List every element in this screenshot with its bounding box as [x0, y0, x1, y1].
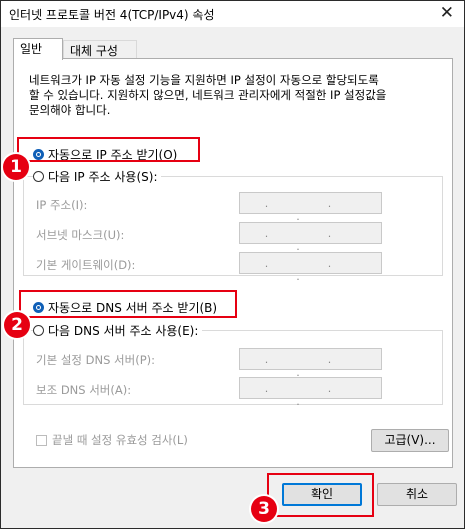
callout-badge-3: 3 [251, 496, 277, 522]
description-line: 문의해야 합니다. [29, 103, 111, 117]
manual-ip-radio[interactable] [33, 171, 44, 182]
default-gateway-label: 기본 게이트웨이(D): [36, 258, 136, 272]
subnet-mask-label: 서브넷 마스크(U): [36, 228, 125, 242]
manual-ip-label: 다음 IP 주소 사용(S): [48, 170, 158, 184]
validate-on-exit-option[interactable]: 끝낼 때 설정 유효성 검사(L) [36, 432, 188, 448]
general-tab-panel: 네트워크가 IP 자동 설정 기능을 지원하면 IP 설정이 자동으로 할당되도… [13, 58, 453, 468]
subnet-mask-field[interactable]: . . . [239, 222, 382, 253]
callout-badge-2: 2 [4, 312, 30, 338]
ok-button[interactable]: 확인 [282, 483, 362, 506]
advanced-button[interactable]: 고급(V)... [371, 429, 449, 452]
auto-dns-radio-option[interactable]: 자동으로 DNS 서버 주소 받기(B) [33, 299, 217, 316]
title-bar: 인터넷 프로토콜 버전 4(TCP/IPv4) 속성 ✕ [1, 1, 464, 27]
tab-general[interactable]: 일반 [13, 38, 63, 60]
callout-badge-1: 1 [3, 154, 29, 180]
manual-ip-radio-option[interactable]: 다음 IP 주소 사용(S): [33, 168, 162, 185]
manual-dns-label: 다음 DNS 서버 주소 사용(E): [48, 324, 199, 338]
default-gateway-field[interactable]: . . . [239, 252, 382, 283]
tab-alternate-configuration[interactable]: 대체 구성 [63, 40, 137, 59]
cancel-button[interactable]: 취소 [377, 483, 457, 506]
auto-dns-label: 자동으로 DNS 서버 주소 받기(B) [48, 301, 218, 315]
preferred-dns-label: 기본 설정 DNS 서버(P): [36, 353, 155, 367]
default-gateway-dots: . . . [264, 257, 360, 283]
alternate-dns-label: 보조 DNS 서버(A): [36, 383, 132, 397]
ip-address-dots: . . . [264, 197, 360, 223]
preferred-dns-dots: . . . [264, 353, 360, 379]
auto-ip-label: 자동으로 IP 주소 받기(O) [48, 148, 178, 162]
ip-address-label: IP 주소(I): [36, 198, 88, 212]
auto-ip-radio[interactable] [33, 149, 44, 160]
validate-on-exit-label: 끝낼 때 설정 유효성 검사(L) [52, 433, 188, 447]
manual-dns-radio[interactable] [33, 325, 44, 336]
description-text: 네트워크가 IP 자동 설정 기능을 지원하면 IP 설정이 자동으로 할당되도… [29, 73, 439, 118]
description-line: 할 수 있습니다. 지원하지 않으면, 네트워크 관리자에게 적절한 IP 설정… [29, 88, 387, 102]
alternate-dns-dots: . . . [264, 382, 360, 408]
manual-dns-radio-option[interactable]: 다음 DNS 서버 주소 사용(E): [33, 322, 203, 339]
validate-on-exit-checkbox[interactable] [36, 434, 47, 446]
auto-ip-radio-option[interactable]: 자동으로 IP 주소 받기(O) [33, 146, 177, 163]
preferred-dns-field[interactable]: . . . [239, 348, 382, 379]
auto-dns-radio[interactable] [33, 302, 44, 313]
window-title: 인터넷 프로토콜 버전 4(TCP/IPv4) 속성 [9, 8, 215, 22]
subnet-mask-dots: . . . [264, 227, 360, 253]
properties-dialog: 인터넷 프로토콜 버전 4(TCP/IPv4) 속성 ✕ 일반 대체 구성 네트… [0, 0, 465, 529]
description-line: 네트워크가 IP 자동 설정 기능을 지원하면 IP 설정이 자동으로 할당되도… [29, 73, 379, 87]
close-icon[interactable]: ✕ [440, 3, 454, 23]
alternate-dns-field[interactable]: . . . [239, 377, 382, 408]
ip-address-field[interactable]: . . . [239, 192, 382, 223]
